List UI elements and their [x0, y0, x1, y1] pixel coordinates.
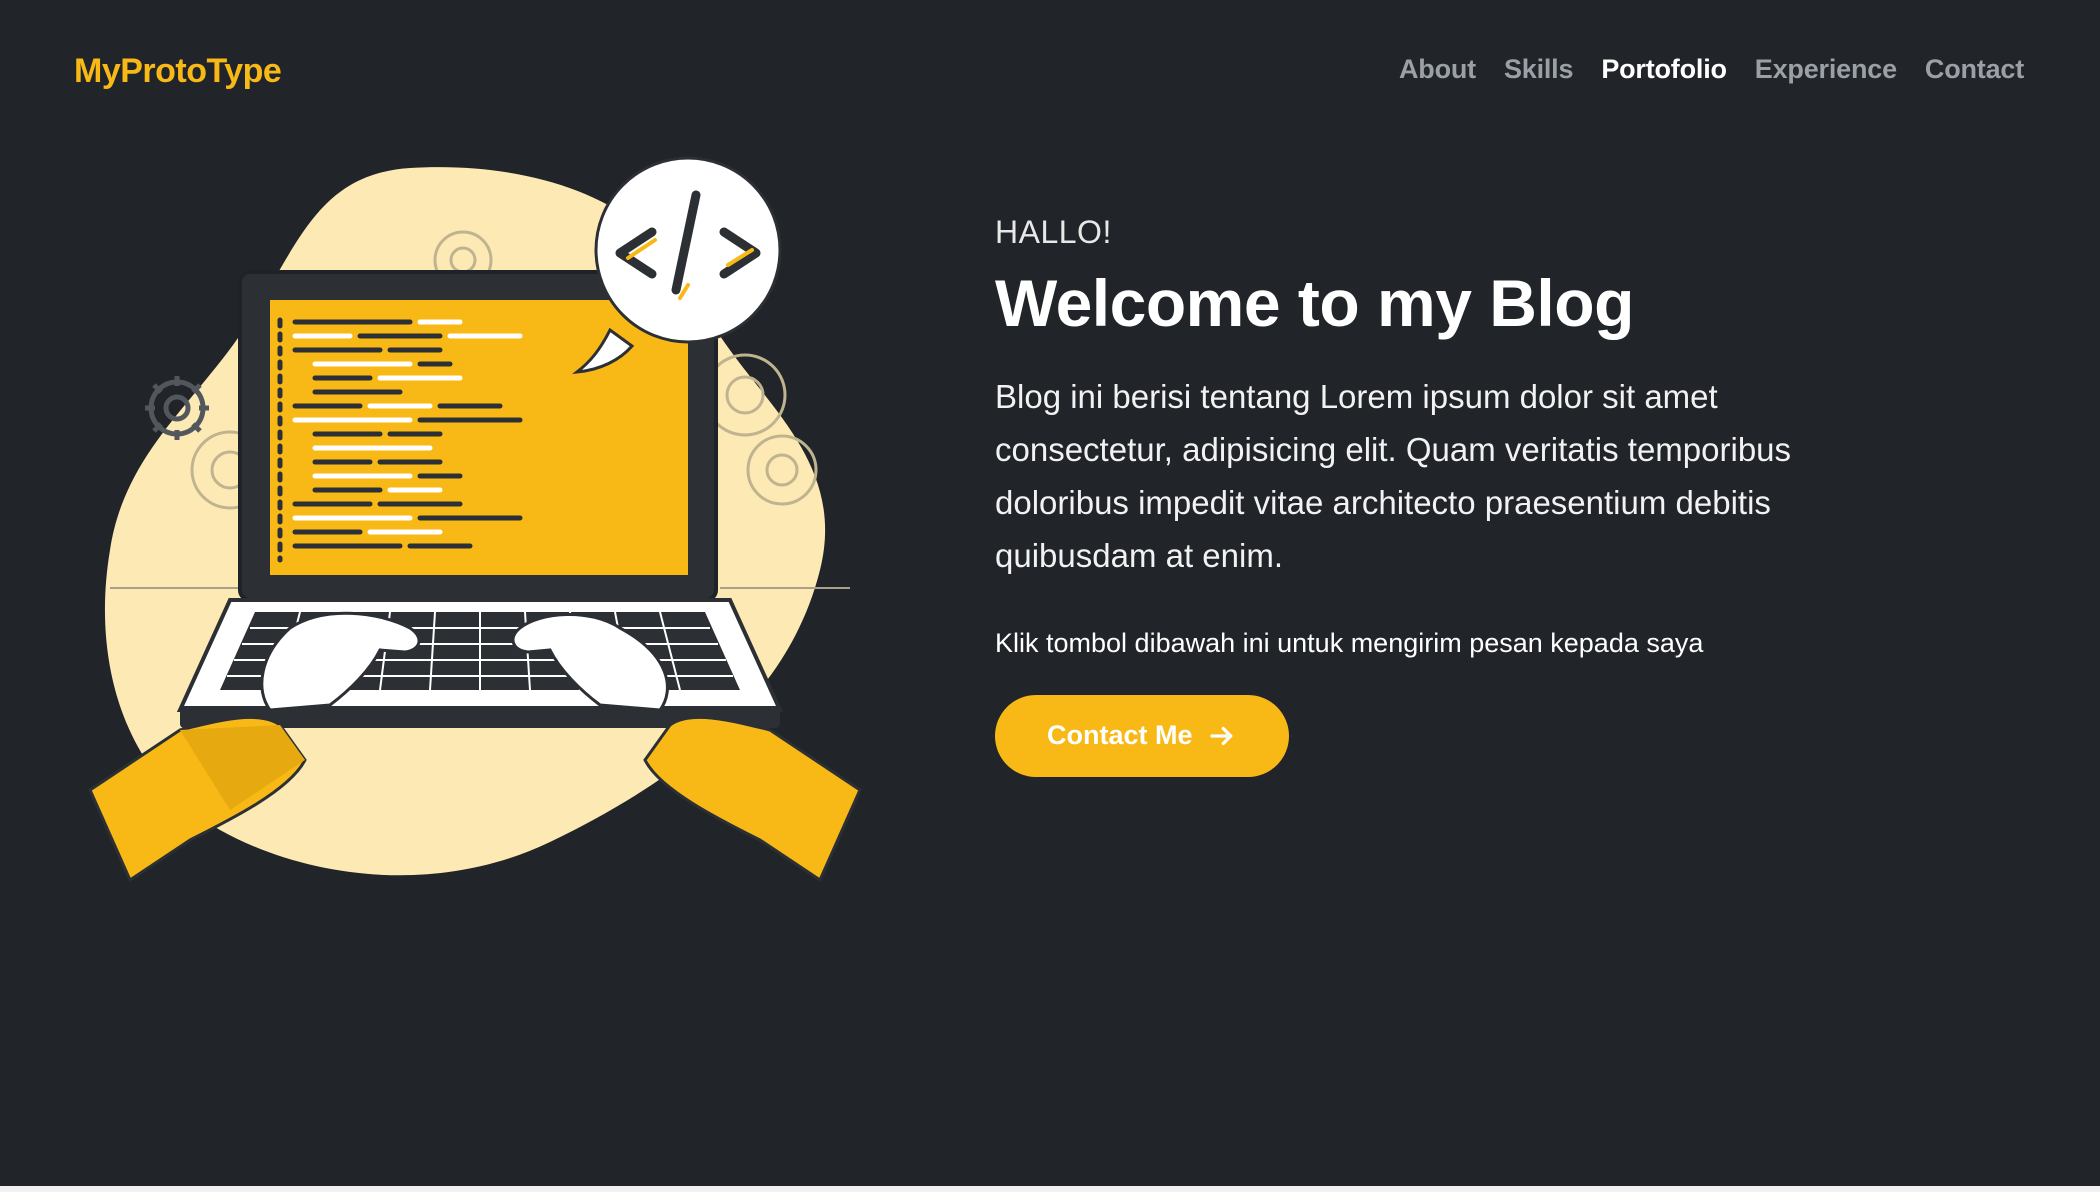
brand-logo[interactable]: MyProtoType [74, 52, 282, 91]
cta-note: Klik tombol dibawah ini untuk mengirim p… [995, 627, 1704, 658]
hero-illustration [88, 156, 862, 883]
nav-link-contact[interactable]: Contact [1925, 54, 2024, 84]
nav-link-skills[interactable]: Skills [1504, 54, 1574, 84]
nav-item-experience: Experience [1755, 54, 1897, 85]
hero-text: HALLO! Welcome to my Blog Blog ini beris… [995, 214, 1995, 777]
arrow-right-icon [1209, 726, 1232, 745]
nav-link-portofolio[interactable]: Portofolio [1601, 54, 1727, 84]
nav-item-about: About [1399, 54, 1476, 85]
hero-greeting: HALLO! [995, 214, 1112, 250]
hero-intro: Blog ini berisi tentang Lorem ipsum dolo… [995, 377, 1792, 574]
page: MyProtoType About Skills Portofolio Expe… [0, 0, 2100, 1192]
navbar: MyProtoType About Skills Portofolio Expe… [0, 0, 2100, 150]
code-brackets-icon [572, 156, 782, 374]
contact-me-button[interactable]: Contact Me [995, 694, 1289, 777]
nav-links: About Skills Portofolio Experience Conta… [1399, 54, 2024, 85]
bottom-divider [0, 1186, 2100, 1192]
nav-item-portofolio: Portofolio [1601, 54, 1727, 85]
contact-me-label: Contact Me [1047, 720, 1193, 751]
nav-item-skills: Skills [1504, 54, 1574, 85]
nav-item-contact: Contact [1925, 54, 2024, 85]
gear-icon [145, 376, 209, 440]
nav-link-experience[interactable]: Experience [1755, 54, 1897, 84]
nav-link-about[interactable]: About [1399, 54, 1476, 84]
hero-headline: Welcome to my Blog [995, 266, 1634, 340]
